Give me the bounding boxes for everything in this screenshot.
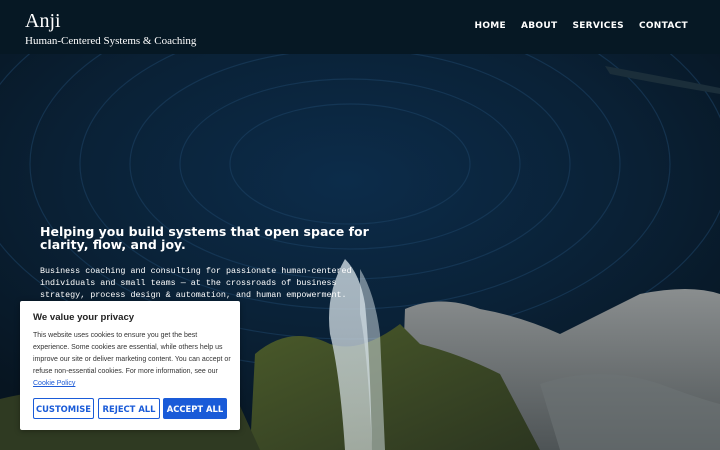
main-nav: HOME ABOUT SERVICES CONTACT [475, 21, 689, 31]
customise-button[interactable]: CUSTOMISE [33, 398, 94, 419]
hero-title: Helping you build systems that open spac… [40, 224, 369, 252]
nav-services[interactable]: SERVICES [572, 21, 624, 31]
reject-all-button[interactable]: REJECT ALL [98, 398, 160, 419]
cookie-title: We value your privacy [33, 312, 135, 323]
cookie-body-text: This website uses cookies to ensure you … [33, 332, 231, 375]
hero-text-block: Helping you build systems that open spac… [40, 225, 370, 301]
brand-name[interactable]: Anji [25, 10, 196, 32]
nav-home[interactable]: HOME [475, 21, 507, 31]
cookie-policy-link[interactable]: Cookie Policy [33, 380, 75, 387]
accept-all-button[interactable]: ACCEPT ALL [163, 398, 227, 419]
cookie-body: This website uses cookies to ensure you … [33, 330, 231, 390]
site-header: Anji Human-Centered Systems & Coaching H… [0, 0, 720, 54]
nav-about[interactable]: ABOUT [521, 21, 557, 31]
nav-contact[interactable]: CONTACT [639, 21, 688, 31]
brand-tagline: Human-Centered Systems & Coaching [25, 35, 197, 47]
brand[interactable]: Anji Human-Centered Systems & Coaching [25, 10, 196, 48]
hero-description: Business coaching and consulting for pas… [40, 266, 352, 300]
cookie-consent-dialog: We value your privacy This website uses … [20, 301, 240, 430]
